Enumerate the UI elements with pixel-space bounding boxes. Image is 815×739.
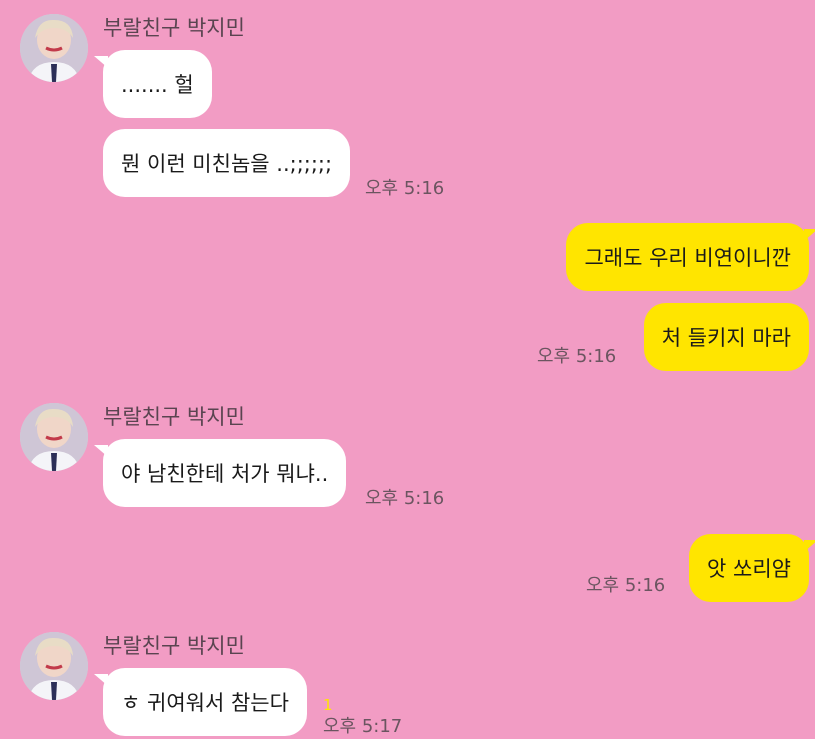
chat-room: 부랄친구 박지민 ....... 헐 뭔 이런 미친놈을 ..;;;;;; 오후…	[0, 0, 815, 739]
profile-photo-icon	[20, 632, 88, 700]
message-timestamp: 오후 5:16	[365, 488, 445, 509]
avatar[interactable]	[20, 14, 88, 82]
message-bubble[interactable]: 처 들키지 마라	[643, 303, 809, 371]
sender-name: 부랄친구 박지민	[103, 634, 245, 658]
sender-name: 부랄친구 박지민	[103, 16, 245, 40]
avatar[interactable]	[20, 403, 88, 471]
message-bubble[interactable]: 야 남친한테 처가 뭐냐..	[93, 439, 347, 507]
profile-photo-icon	[20, 403, 88, 471]
unread-count: 1	[323, 696, 333, 714]
sender-name: 부랄친구 박지민	[103, 405, 245, 429]
message-timestamp: 오후 5:17	[323, 716, 403, 737]
message-timestamp: 오후 5:16	[365, 178, 445, 199]
profile-photo-icon	[20, 14, 88, 82]
message-bubble[interactable]: 앗 쏘리얌	[689, 534, 815, 602]
message-bubble[interactable]: 뭔 이런 미친놈을 ..;;;;;;	[103, 129, 351, 197]
message-bubble[interactable]: ㅎ 귀여워서 참는다	[94, 668, 307, 736]
avatar[interactable]	[20, 632, 88, 700]
message-timestamp: 오후 5:16	[586, 575, 666, 596]
message-bubble[interactable]: ....... 헐	[94, 50, 212, 118]
message-timestamp: 오후 5:16	[537, 346, 617, 367]
message-bubble[interactable]: 그래도 우리 비연이니깐	[566, 223, 815, 291]
